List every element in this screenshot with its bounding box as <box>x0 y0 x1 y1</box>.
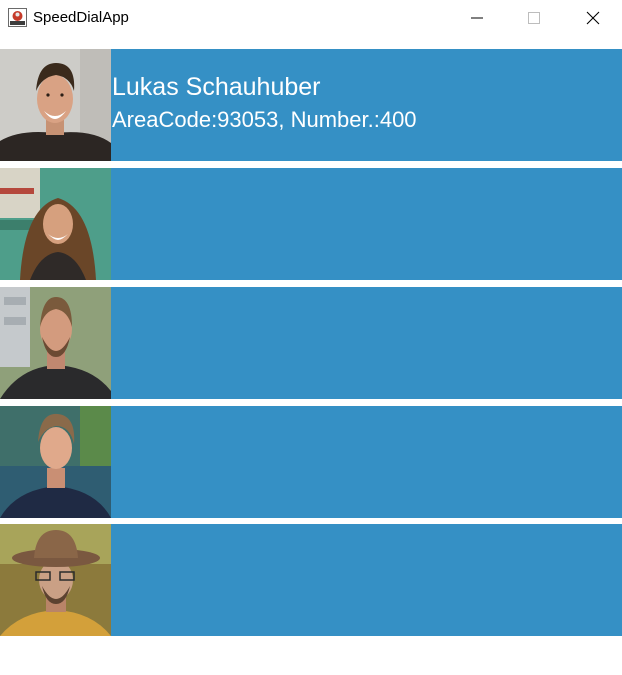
title-bar[interactable]: SpeedDialApp <box>0 0 622 36</box>
close-button[interactable] <box>570 0 616 36</box>
maximize-icon <box>528 12 540 24</box>
contact-detail: AreaCode:93053, Number.:400 <box>112 107 417 132</box>
contact-photo[interactable] <box>0 168 111 280</box>
maximize-button[interactable] <box>511 0 557 36</box>
contact-photo[interactable] <box>0 49 111 161</box>
minimize-button[interactable] <box>454 0 500 36</box>
contact-photo[interactable] <box>0 406 111 518</box>
window-title: SpeedDialApp <box>33 9 129 26</box>
contact-row[interactable] <box>0 287 622 399</box>
contact-row[interactable]: Lukas Schauhuber AreaCode:93053, Number.… <box>0 49 622 161</box>
contact-panel[interactable] <box>111 287 622 399</box>
minimize-icon <box>471 17 483 19</box>
contact-row[interactable] <box>0 524 622 636</box>
app-icon <box>8 8 27 27</box>
contact-photo[interactable] <box>0 287 111 399</box>
contact-photo[interactable] <box>0 524 111 636</box>
contact-panel[interactable] <box>111 406 622 518</box>
contact-name: Lukas Schauhuber <box>112 73 321 101</box>
contact-row[interactable] <box>0 168 622 280</box>
contact-panel[interactable] <box>111 524 622 636</box>
contact-panel[interactable] <box>111 168 622 280</box>
contact-row[interactable] <box>0 406 622 518</box>
close-icon <box>586 11 600 25</box>
speed-dial-window: SpeedDialApp Lukas Schauhuber AreaCode:9… <box>0 0 622 675</box>
contact-panel[interactable]: Lukas Schauhuber AreaCode:93053, Number.… <box>111 49 622 161</box>
